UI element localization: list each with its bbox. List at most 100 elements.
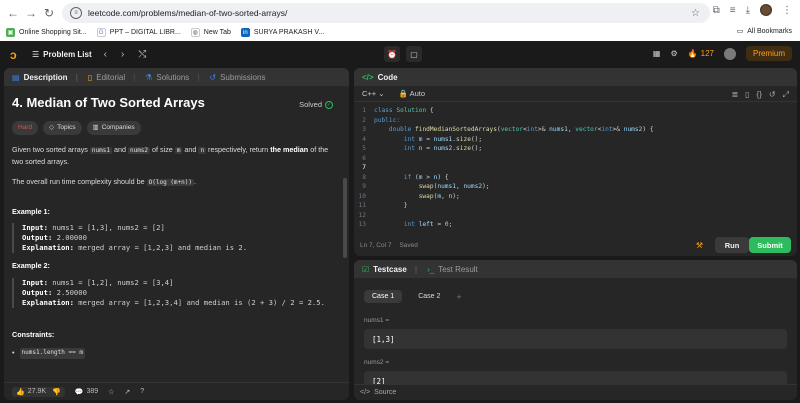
topics-tag[interactable]: ◇ Topics [43, 120, 82, 135]
code-icon: </> [360, 389, 371, 396]
description-scrollbar[interactable] [343, 178, 347, 258]
browser-chrome: ← → ↻ ≡ leetcode.com/problems/median-of-… [0, 0, 800, 41]
next-problem-icon[interactable]: › [121, 49, 124, 60]
constraint-item: • nums1.length == m [12, 348, 85, 359]
code-tabs: </> Code [354, 68, 797, 86]
problem-description: 4. Median of Two Sorted Arrays Hard ◇ Top… [4, 86, 349, 369]
site-info-icon[interactable]: ≡ [70, 7, 82, 19]
reset-icon[interactable]: ↺ [769, 90, 776, 100]
streak-counter[interactable]: 🔥 127 [688, 49, 714, 58]
nums1-label: nums1 = [364, 317, 390, 324]
problem-list-button[interactable]: ☰ Problem List [32, 50, 92, 59]
history-icon: ↺ [209, 72, 217, 82]
prev-problem-icon[interactable]: ‹ [104, 49, 107, 60]
bookmark-item[interactable]: G PPT – DIGITAL LIBR... [96, 28, 181, 37]
debug-icon[interactable]: ⚒ [696, 241, 703, 250]
bookmark-item[interactable]: in SURYA PRAKASH V... [240, 28, 324, 37]
list-icon: ☰ [32, 50, 40, 59]
case-tabs: Case 1 Case 2 + [364, 290, 787, 303]
comments-button[interactable]: 💬 389 [75, 388, 98, 396]
url-row: ← → ↻ ≡ leetcode.com/problems/median-of-… [0, 2, 800, 24]
notes-icon[interactable]: ▢ [406, 46, 422, 62]
all-bookmarks[interactable]: ▭ All Bookmarks [736, 27, 792, 36]
code-line: 5 int n = nums2.size(); [362, 145, 483, 152]
code-line: 11 } [358, 202, 408, 209]
menu-dots-icon[interactable]: ⋮ [782, 5, 792, 16]
settings-gear-icon[interactable]: ⚙ [670, 49, 677, 58]
user-avatar[interactable] [723, 47, 736, 60]
tab-editorial[interactable]: ▯ Editorial | [88, 73, 135, 82]
code-line: 9 swap(nums1, nums2); [362, 183, 490, 190]
tab-test-result[interactable]: ›_ Test Result [427, 265, 478, 274]
help-icon[interactable]: ? [140, 388, 144, 395]
difficulty-badge: Hard [12, 120, 39, 135]
tab-code[interactable]: </> Code [362, 73, 398, 82]
back-arrow-icon[interactable]: ← [4, 4, 22, 22]
lock-icon: 🔒 [398, 89, 408, 98]
testcase-body: Case 1 Case 2 + nums1 = [1,3] nums2 = [2… [354, 278, 797, 399]
example-2: Example 2: Input: nums1 = [1,2], nums2 =… [12, 261, 341, 308]
add-case-button[interactable]: + [456, 292, 461, 302]
solved-status: Solved ✓ [299, 100, 333, 109]
shuffle-icon[interactable]: ⤭ [138, 49, 146, 60]
code-editor[interactable]: 1 class Solution { 2 public: 3 double find… [354, 102, 797, 228]
left-tabs: ▤ Description | ▯ Editorial | ⚗ Solutions | ↺ S… [4, 68, 349, 86]
favorite-star-icon[interactable]: ☆ [108, 388, 114, 396]
browser-profile-avatar[interactable] [760, 4, 772, 16]
share-icon[interactable]: ↗ [124, 388, 130, 396]
companies-tag[interactable]: ▥ Companies [86, 120, 141, 135]
fullscreen-icon[interactable]: ⤢ [783, 90, 789, 100]
folder-icon: ▭ [736, 28, 744, 35]
auto-mode[interactable]: 🔒 Auto [399, 89, 425, 98]
source-button[interactable]: Source [374, 389, 396, 396]
thumbs-up-icon: 👍 [16, 388, 25, 396]
tab-description[interactable]: ▤ Description | [12, 73, 78, 82]
code-line: 3 double findMedianSortedArrays(vector<i… [362, 126, 654, 133]
nums2-label: nums2 = [364, 359, 390, 366]
case-2-tab[interactable]: Case 2 [410, 290, 448, 303]
leetcode-logo-icon[interactable]: ↄ [10, 48, 22, 62]
google-icon: G [96, 28, 106, 37]
address-bar[interactable]: ≡ leetcode.com/problems/median-of-two-so… [62, 3, 710, 23]
run-button[interactable]: Run [715, 237, 749, 253]
code-line: 8 if (m > n) { [362, 173, 449, 181]
bookmark-item[interactable]: ◍ New Tab [190, 28, 231, 37]
constraints-heading: Constraints: [12, 329, 55, 339]
description-panel: ▤ Description | ▯ Editorial | ⚗ Solutions | ↺ S… [4, 68, 349, 400]
timer-icon[interactable]: ⏰ [384, 46, 400, 62]
book-icon: ▯ [87, 72, 93, 82]
example-1: Example 1: Input: nums1 = [1,3], nums2 =… [12, 207, 341, 253]
braces-icon[interactable]: {} [757, 90, 762, 100]
terminal-icon: ›_ [427, 264, 435, 274]
tab-submissions[interactable]: ↺ Submissions [209, 73, 265, 82]
code-line: 13 int left = 0; [358, 221, 453, 228]
nums1-input[interactable]: [1,3] [364, 329, 787, 349]
like-button[interactable]: 👍 27.9K 👎 [12, 386, 65, 397]
bookmark-item[interactable]: ▣ Online Shopping Sit... [6, 28, 87, 37]
premium-button[interactable]: Premium [745, 46, 792, 61]
problem-title[interactable]: 4. Median of Two Sorted Arrays [12, 96, 341, 108]
problem-tags: Hard ◇ Topics ▥ Companies [12, 120, 341, 135]
complexity-paragraph: The overall run time complexity should b… [12, 177, 196, 186]
language-select[interactable]: C++ ⌄ [362, 89, 385, 98]
download-icon[interactable]: ⤓ [746, 5, 750, 16]
tab-testcase[interactable]: ☑ Testcase | [362, 265, 417, 274]
submit-button[interactable]: Submit [749, 237, 791, 253]
example-box: Input: nums1 = [1,3], nums2 = [2] Output… [12, 223, 341, 253]
tab-solutions[interactable]: ⚗ Solutions | [145, 73, 199, 82]
layout-icon[interactable]: ▦ [653, 49, 661, 58]
forward-arrow-icon[interactable]: → [22, 4, 40, 22]
description-footer: 👍 27.9K 👎 💬 389 ☆ ↗ ? [4, 382, 349, 400]
format-icon[interactable]: ≣ [731, 90, 738, 100]
bookmark-icon[interactable]: ▯ [745, 90, 749, 100]
reload-icon[interactable]: ↻ [40, 4, 58, 22]
media-icon[interactable]: ≡ [730, 5, 736, 16]
url-text: leetcode.com/problems/median-of-two-sort… [88, 8, 288, 18]
testcase-tabs: ☑ Testcase | ›_ Test Result [354, 260, 797, 278]
case-1-tab[interactable]: Case 1 [364, 290, 403, 303]
bookmark-star-icon[interactable]: ☆ [691, 8, 700, 19]
code-line: 6 [362, 154, 366, 162]
extensions-icon[interactable]: ⧉ [713, 5, 720, 16]
cursor-position: Ln 7, Col 7 [360, 241, 392, 249]
thumbs-down-icon[interactable]: 👎 [52, 388, 61, 396]
